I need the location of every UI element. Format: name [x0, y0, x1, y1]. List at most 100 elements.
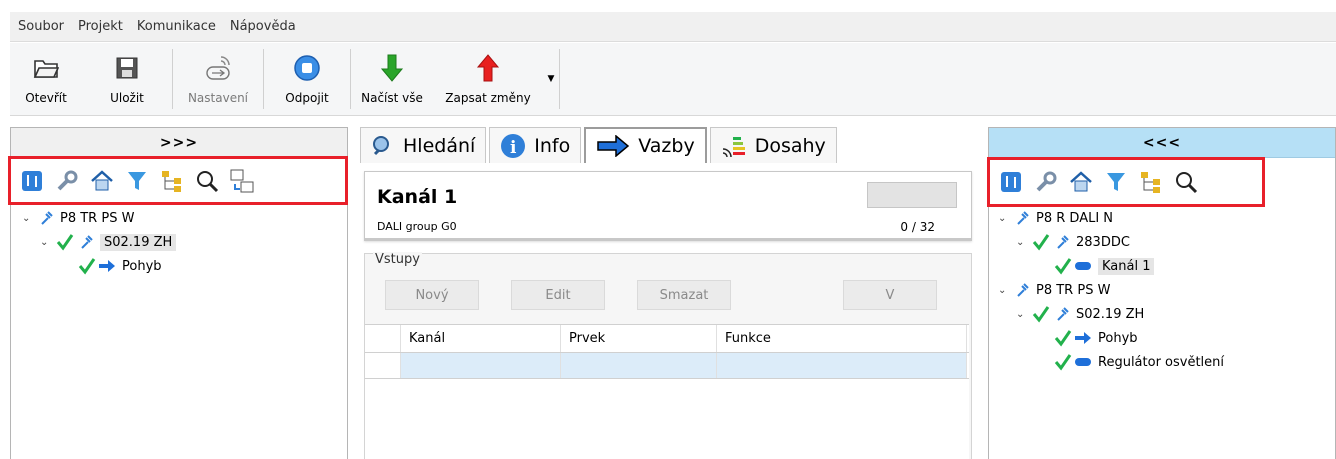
search-icon[interactable]: [192, 166, 222, 196]
plug-icon: [1057, 307, 1069, 321]
tab-info[interactable]: i Info: [489, 127, 582, 163]
tree-leaf[interactable]: Kanál 1: [1054, 256, 1155, 276]
tree-node-label: Pohyb: [122, 258, 162, 274]
tree-structure-icon[interactable]: [1136, 167, 1166, 197]
tree-leaf[interactable]: Pohyb: [78, 256, 162, 276]
disconnect-button[interactable]: Odpojit: [264, 42, 350, 115]
check-icon: [1054, 330, 1072, 347]
tab-label: Hledání: [403, 134, 476, 157]
tab-vazby[interactable]: Vazby: [584, 127, 707, 163]
tab-hledani[interactable]: Hledání: [360, 127, 487, 163]
tree-leaf[interactable]: Pohyb: [1054, 328, 1138, 348]
plug-icon: [1017, 283, 1029, 297]
menu-projekt[interactable]: Projekt: [78, 19, 123, 34]
arrow-right-icon: [1075, 332, 1091, 344]
check-icon: [56, 234, 74, 251]
tree-node-label: Regulátor osvětlení: [1098, 354, 1225, 370]
chevron-down-icon[interactable]: ⌄: [998, 213, 1010, 224]
tree-node[interactable]: ⌄ P8 TR PS W: [22, 208, 134, 228]
chevron-down-icon[interactable]: ⌄: [40, 237, 52, 248]
center-panel: Hledání i Info Vazby Dosahy Kanál 1 DALI…: [360, 127, 976, 459]
tree-node[interactable]: ⌄ P8 TR PS W: [998, 280, 1110, 300]
left-panel-toggle[interactable]: >>>: [11, 128, 347, 158]
chevron-down-icon[interactable]: ⌄: [998, 285, 1010, 296]
table-header: Kanál Prvek Funkce: [365, 325, 969, 353]
check-icon: [1032, 306, 1050, 323]
table-cell[interactable]: [561, 353, 717, 378]
v-button[interactable]: V: [843, 280, 937, 310]
filter-icon[interactable]: [1101, 167, 1131, 197]
table-cell[interactable]: [717, 353, 967, 378]
tree-node[interactable]: ⌄ S02.19 ZH: [1016, 304, 1144, 324]
menu-komunikace[interactable]: Komunikace: [137, 19, 216, 34]
chevron-down-icon[interactable]: ⌄: [1016, 237, 1028, 248]
up-arrow-icon: [473, 53, 503, 83]
left-icon-toolbar: [8, 156, 348, 205]
tab-dosahy[interactable]: Dosahy: [709, 127, 837, 163]
tree-node-label: P8 TR PS W: [60, 210, 135, 226]
detail-header: Kanál 1 DALI group G0 0 / 32: [364, 171, 972, 241]
arrow-right-icon: [99, 260, 115, 272]
search-icon[interactable]: [1171, 167, 1201, 197]
wrench-icon[interactable]: [52, 166, 82, 196]
tree-node[interactable]: ⌄ S02.19 ZH: [40, 232, 177, 252]
dropdown-arrow-icon[interactable]: ▼: [543, 42, 559, 115]
tree-node[interactable]: ⌄ P8 R DALI N: [998, 208, 1113, 228]
column-header-funkce[interactable]: Funkce: [717, 325, 967, 352]
tab-label: Dosahy: [754, 134, 826, 157]
down-arrow-icon: [377, 53, 407, 83]
right-panel-toggle[interactable]: <<<: [989, 128, 1335, 158]
refresh-icon[interactable]: [17, 166, 47, 196]
plug-icon: [81, 235, 93, 249]
signal-strength-icon: [721, 133, 747, 159]
table-row[interactable]: [365, 353, 969, 379]
info-icon: i: [500, 133, 526, 159]
menu-soubor[interactable]: Soubor: [18, 19, 64, 34]
write-changes-button[interactable]: Zapsat změny: [433, 42, 543, 115]
tree-node-label: Pohyb: [1098, 330, 1138, 346]
tree-node-label: S02.19 ZH: [100, 233, 177, 251]
load-all-button[interactable]: Načíst vše: [351, 42, 433, 115]
disconnect-label: Odpojit: [285, 91, 329, 105]
tab-bar: Hledání i Info Vazby Dosahy: [360, 127, 840, 163]
edit-button[interactable]: Edit: [511, 280, 605, 310]
inputs-table: Kanál Prvek Funkce: [365, 324, 969, 459]
open-label: Otevřít: [25, 91, 67, 105]
home-icon[interactable]: [87, 166, 117, 196]
open-button[interactable]: Otevřít: [10, 42, 82, 115]
chevron-down-icon[interactable]: ⌄: [1016, 309, 1028, 320]
user-search-icon: [371, 134, 395, 158]
tree-node-label: P8 TR PS W: [1036, 282, 1111, 298]
tree-leaf[interactable]: Regulátor osvětlení: [1054, 352, 1224, 372]
menu-napoveda[interactable]: Nápověda: [230, 19, 296, 34]
tree-node-label: Kanál 1: [1098, 257, 1155, 275]
check-icon: [1054, 354, 1072, 371]
save-button[interactable]: Uložit: [82, 42, 172, 115]
write-changes-label: Zapsat změny: [445, 91, 531, 105]
tree-structure-icon[interactable]: [157, 166, 187, 196]
status-indicator: [867, 182, 957, 208]
home-icon[interactable]: [1066, 167, 1096, 197]
wrench-icon[interactable]: [1031, 167, 1061, 197]
chevron-down-icon[interactable]: ⌄: [22, 213, 34, 224]
dali-channel-icon: [1075, 262, 1091, 270]
column-header-kanal[interactable]: Kanál: [401, 325, 561, 352]
row-header-cell: [365, 353, 401, 378]
filter-icon[interactable]: [122, 166, 152, 196]
settings-label: Nastavení: [187, 91, 249, 105]
detail-title: Kanál 1: [377, 186, 458, 208]
transfer-devices-icon[interactable]: [227, 166, 257, 196]
new-button[interactable]: Nový: [385, 280, 479, 310]
check-icon: [78, 258, 96, 275]
tree-node[interactable]: ⌄ 283DDC: [1016, 232, 1130, 252]
settings-button[interactable]: Nastavení: [173, 42, 263, 115]
refresh-icon[interactable]: [996, 167, 1026, 197]
table-cell[interactable]: [401, 353, 561, 378]
column-header-prvek[interactable]: Prvek: [561, 325, 717, 352]
usb-wireless-icon: [203, 53, 233, 83]
floppy-icon: [112, 53, 142, 83]
delete-button[interactable]: Smazat: [637, 280, 731, 310]
svg-text:i: i: [510, 138, 517, 158]
menu-bar: Soubor Projekt Komunikace Nápověda: [10, 12, 1336, 42]
row-header-cell: [365, 325, 401, 352]
